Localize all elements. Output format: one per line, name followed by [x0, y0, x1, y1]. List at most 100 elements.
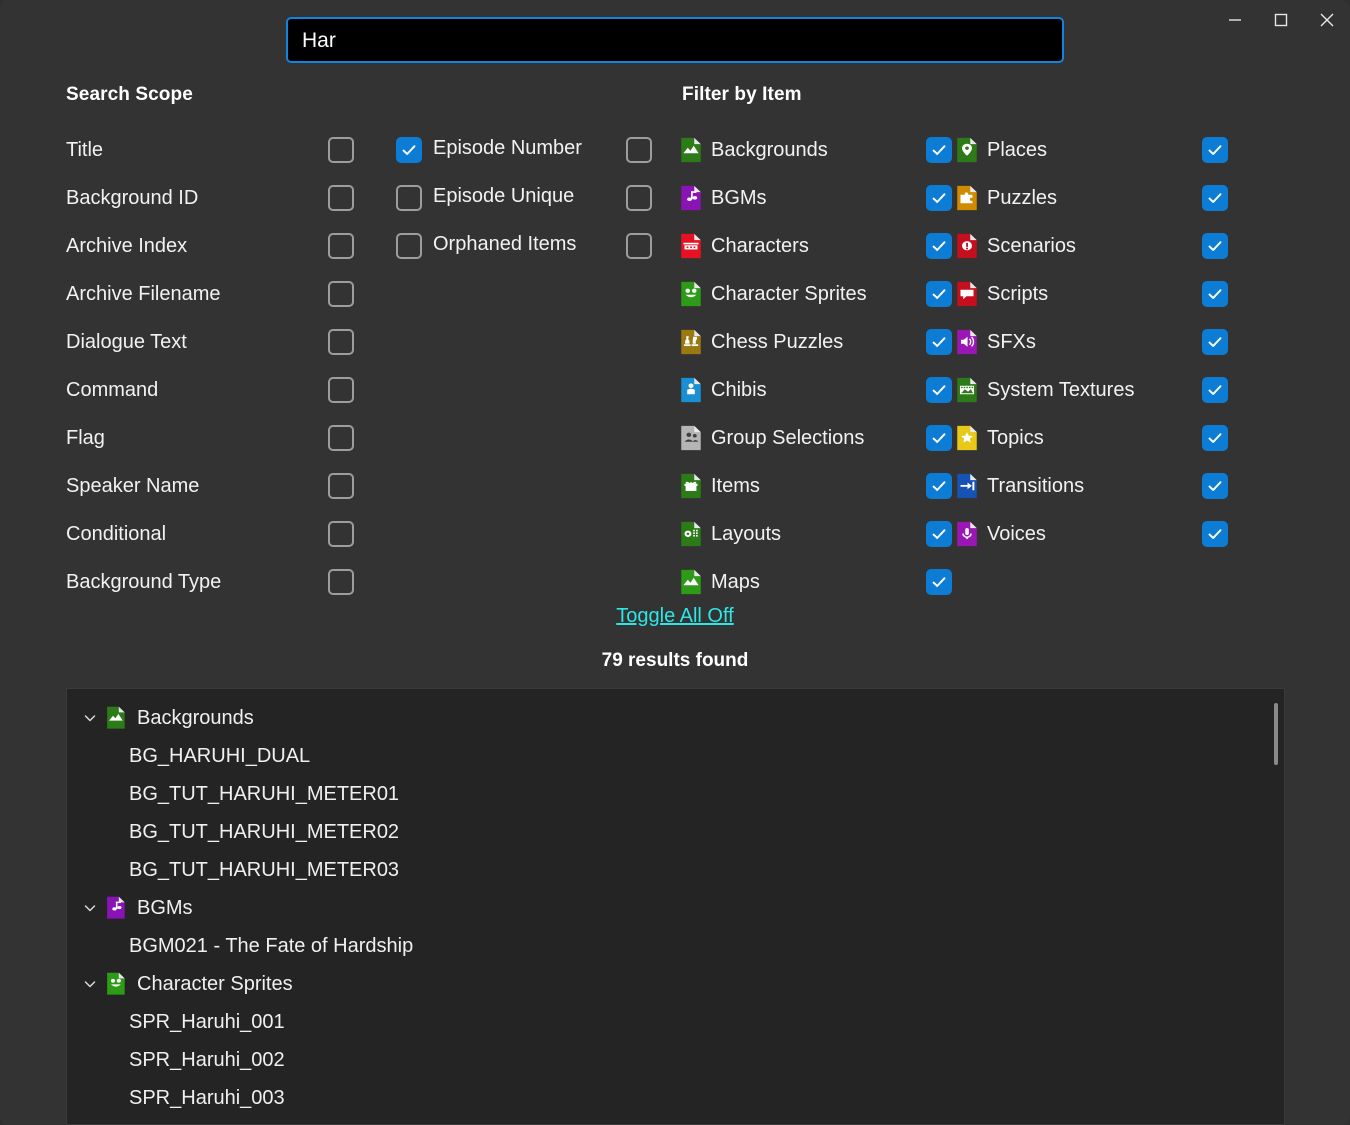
scope-option-label: Episode Number [433, 137, 582, 159]
filter-item-label: Voices [987, 522, 1046, 545]
scope-checkbox[interactable] [328, 185, 354, 211]
backgrounds-icon [106, 706, 126, 729]
scope-option: Episode Unique [396, 185, 574, 211]
filter-item-name: Scenarios [956, 233, 1202, 259]
scope-label: Archive Index [66, 234, 188, 257]
search-input-value: Har [302, 28, 336, 52]
filter-item-checkbox[interactable] [1202, 329, 1228, 355]
chevron-down-icon[interactable] [77, 900, 103, 916]
filter-item-checkbox[interactable] [1202, 281, 1228, 307]
voices-icon [956, 521, 978, 547]
filter-item-checkbox[interactable] [926, 569, 952, 595]
filter-item-checkbox[interactable] [926, 521, 952, 547]
filter-pre-checkbox-slot[interactable] [626, 137, 680, 163]
chevron-down-icon[interactable] [77, 710, 103, 726]
filter-item-checkbox[interactable] [1202, 137, 1228, 163]
scope-checkbox[interactable] [328, 233, 354, 259]
filter-item-checkbox[interactable] [1202, 521, 1228, 547]
filter-row: Chibis System Textures [626, 366, 1296, 414]
layouts-icon [680, 521, 702, 547]
search-scope-list: Title Episode Number Background ID Episode … [66, 126, 666, 606]
tree-item-row[interactable]: BG_TUT_HARUHI_METER01 [67, 775, 1284, 813]
filter-pre-checkbox-slot[interactable] [626, 185, 680, 211]
filter-item-checkbox[interactable] [926, 473, 952, 499]
tree-item-label: BG_HARUHI_DUAL [129, 744, 311, 767]
scope-option-checkbox[interactable] [396, 185, 422, 211]
chevron-down-icon[interactable] [77, 976, 103, 992]
tree-group-row[interactable]: Character Sprites [67, 965, 1284, 1003]
filter-item-label: Chess Puzzles [711, 330, 844, 353]
scope-option-checkbox[interactable] [396, 233, 422, 259]
filter-item-checkbox[interactable] [926, 233, 952, 259]
tree-item-row[interactable]: BG_HARUHI_DUAL [67, 737, 1284, 775]
filter-item-label: Characters [711, 234, 809, 257]
tree-item-row[interactable]: SPR_Haruhi_001 [67, 1003, 1284, 1041]
filter-item-checkbox[interactable] [1202, 377, 1228, 403]
filter-item-checkbox[interactable] [926, 425, 952, 451]
scope-row: Dialogue Text [66, 318, 666, 366]
scope-checkbox[interactable] [328, 329, 354, 355]
filter-pre-checkbox[interactable] [626, 233, 652, 259]
scope-row: Title Episode Number [66, 126, 666, 174]
filter-item-checkbox[interactable] [926, 185, 952, 211]
tree-item-row[interactable]: SPR_Haruhi_004 [67, 1117, 1284, 1124]
scope-checkbox[interactable] [328, 137, 354, 163]
filter-by-item-title: Filter by Item [682, 84, 802, 105]
results-tree[interactable]: Backgrounds BG_HARUHI_DUAL BG_TUT_HARUHI_M… [66, 688, 1285, 1125]
scope-option-checkbox[interactable] [396, 137, 422, 163]
scope-label: Flag [66, 426, 105, 449]
tree-item-row[interactable]: SPR_Haruhi_003 [67, 1079, 1284, 1117]
maximize-button[interactable] [1258, 0, 1304, 40]
filter-pre-checkbox-slot[interactable] [626, 233, 680, 259]
results-scrollbar[interactable] [1270, 689, 1282, 1124]
items-icon [680, 473, 702, 499]
tree-item-row[interactable]: BG_TUT_HARUHI_METER03 [67, 851, 1284, 889]
minimize-button[interactable] [1212, 0, 1258, 40]
scope-checkbox[interactable] [328, 521, 354, 547]
tree-group-label: BGMs [137, 896, 193, 919]
scope-row: Command [66, 366, 666, 414]
search-input[interactable]: Har [286, 17, 1064, 63]
tree-item-row[interactable]: BG_TUT_HARUHI_METER02 [67, 813, 1284, 851]
scope-checkbox[interactable] [328, 425, 354, 451]
scope-checkbox[interactable] [328, 473, 354, 499]
filter-item-label: Character Sprites [711, 282, 867, 305]
tree-item-label: BGM021 - The Fate of Hardship [129, 934, 414, 957]
filter-item-checkbox[interactable] [1202, 185, 1228, 211]
tree-item-row[interactable]: SPR_Haruhi_002 [67, 1041, 1284, 1079]
tree-group-label: Character Sprites [137, 972, 293, 995]
filter-pre-checkbox[interactable] [626, 137, 652, 163]
filter-item-name: Layouts [680, 521, 926, 547]
search-scope-title: Search Scope [66, 84, 193, 105]
filter-item-checkbox[interactable] [1202, 233, 1228, 259]
scope-row: Background Type [66, 558, 666, 606]
filter-item-name: Places [956, 137, 1202, 163]
tree-item-row[interactable]: BGM021 - The Fate of Hardship [67, 927, 1284, 965]
filter-item-checkbox[interactable] [1202, 425, 1228, 451]
filter-item-label: System Textures [987, 378, 1135, 401]
filter-item-checkbox[interactable] [926, 137, 952, 163]
scope-row: Archive Filename [66, 270, 666, 318]
scope-checkbox[interactable] [328, 281, 354, 307]
chess-puzzles-icon [680, 329, 702, 355]
character-sprites-icon [680, 281, 702, 307]
filter-right-cell: Scenarios [956, 233, 1286, 259]
filter-item-checkbox[interactable] [926, 377, 952, 403]
toggle-all-off-link[interactable]: Toggle All Off [616, 605, 733, 627]
filter-pre-checkbox[interactable] [626, 185, 652, 211]
filter-left-cell: Group Selections [626, 425, 956, 451]
filter-item-label: BGMs [711, 186, 767, 209]
tree-group-row[interactable]: BGMs [67, 889, 1284, 927]
filter-item-checkbox[interactable] [926, 281, 952, 307]
scope-checkbox[interactable] [328, 569, 354, 595]
filter-left-cell: Characters [626, 233, 956, 259]
filter-item-checkbox[interactable] [1202, 473, 1228, 499]
scrollbar-thumb[interactable] [1274, 703, 1278, 765]
tree-group-row[interactable]: Backgrounds [67, 699, 1284, 737]
filter-item-label: Scripts [987, 282, 1049, 305]
scope-checkbox[interactable] [328, 377, 354, 403]
close-button[interactable] [1304, 0, 1350, 40]
scope-row: Speaker Name [66, 462, 666, 510]
tree-group-label: Backgrounds [137, 706, 254, 729]
filter-item-checkbox[interactable] [926, 329, 952, 355]
